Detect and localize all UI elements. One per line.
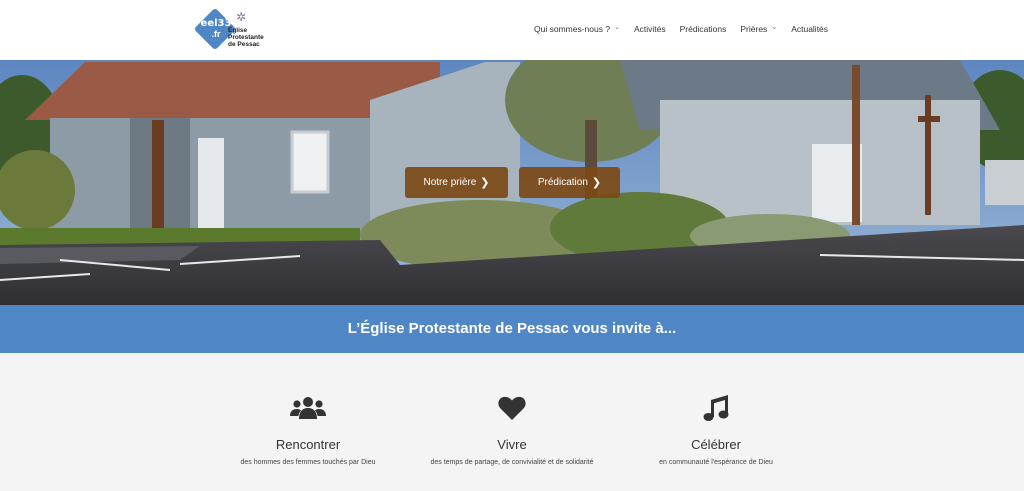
feature-celebrer: Célébrer en communauté l'espérance de Di… xyxy=(611,395,821,466)
chevron-down-icon: ⌄ xyxy=(614,24,620,31)
feature-title: Vivre xyxy=(497,437,527,452)
hero-church-photo xyxy=(0,60,1024,305)
logo-star-icon: ✲ xyxy=(236,10,247,24)
logo-line-2: Protestante xyxy=(228,34,264,41)
nav-item-label: Actualités xyxy=(791,24,829,34)
feature-subtitle: des hommes des femmes touchés par Dieu xyxy=(240,459,376,466)
nav-item-label: Qui sommes-nous ? xyxy=(534,24,611,34)
hero-section: Notre prière ❯ Prédication ❯ xyxy=(0,60,1024,305)
site-logo[interactable]: eel33 .fr ✲ Église Protestante de Pessac xyxy=(193,7,280,51)
feature-subtitle: en communauté l'espérance de Dieu xyxy=(659,459,773,466)
chevron-right-icon: ❯ xyxy=(591,177,602,189)
main-nav: Qui sommes-nous ? ⌄ Activités Prédicatio… xyxy=(534,22,835,36)
feature-rencontrer: Rencontrer des hommes des femmes touchés… xyxy=(203,395,413,466)
feature-subtitle: des temps de partage, de convivialité et… xyxy=(430,459,594,466)
predication-button[interactable]: Prédication ❯ xyxy=(519,167,620,198)
feature-vivre: Vivre des temps de partage, de convivial… xyxy=(407,395,617,466)
logo-church-name: Église Protestante de Pessac xyxy=(228,27,280,48)
heart-icon xyxy=(407,395,617,421)
music-icon xyxy=(611,395,821,421)
features-section: Rencontrer des hommes des femmes touchés… xyxy=(0,353,1024,491)
nav-item-qui-sommes-nous[interactable]: Qui sommes-nous ? ⌄ xyxy=(534,22,627,36)
users-icon xyxy=(203,395,413,421)
nav-item-activites[interactable]: Activités xyxy=(627,22,673,36)
nav-item-label: Activités xyxy=(633,24,666,34)
nav-item-predications[interactable]: Prédications xyxy=(673,22,734,36)
nav-item-label: Prédications xyxy=(679,24,727,34)
nav-item-prieres[interactable]: Prières ⌄ xyxy=(733,22,784,36)
notre-priere-button[interactable]: Notre prière ❯ xyxy=(405,167,508,198)
logo-line-1: Église xyxy=(228,27,248,34)
nav-item-label: Prières xyxy=(740,24,768,34)
chevron-right-icon: ❯ xyxy=(480,177,490,189)
logo-line-3: de Pessac xyxy=(228,41,260,48)
button-label: Notre prière xyxy=(423,177,477,188)
site-header: eel33 .fr ✲ Église Protestante de Pessac… xyxy=(0,0,1024,60)
feature-title: Célébrer xyxy=(691,437,741,452)
nav-item-actualites[interactable]: Actualités xyxy=(784,22,835,36)
feature-title: Rencontrer xyxy=(275,437,341,452)
button-label: Prédication xyxy=(537,177,588,188)
invitation-banner: L’Église Protestante de Pessac vous invi… xyxy=(0,305,1024,353)
chevron-down-icon: ⌄ xyxy=(771,24,778,31)
